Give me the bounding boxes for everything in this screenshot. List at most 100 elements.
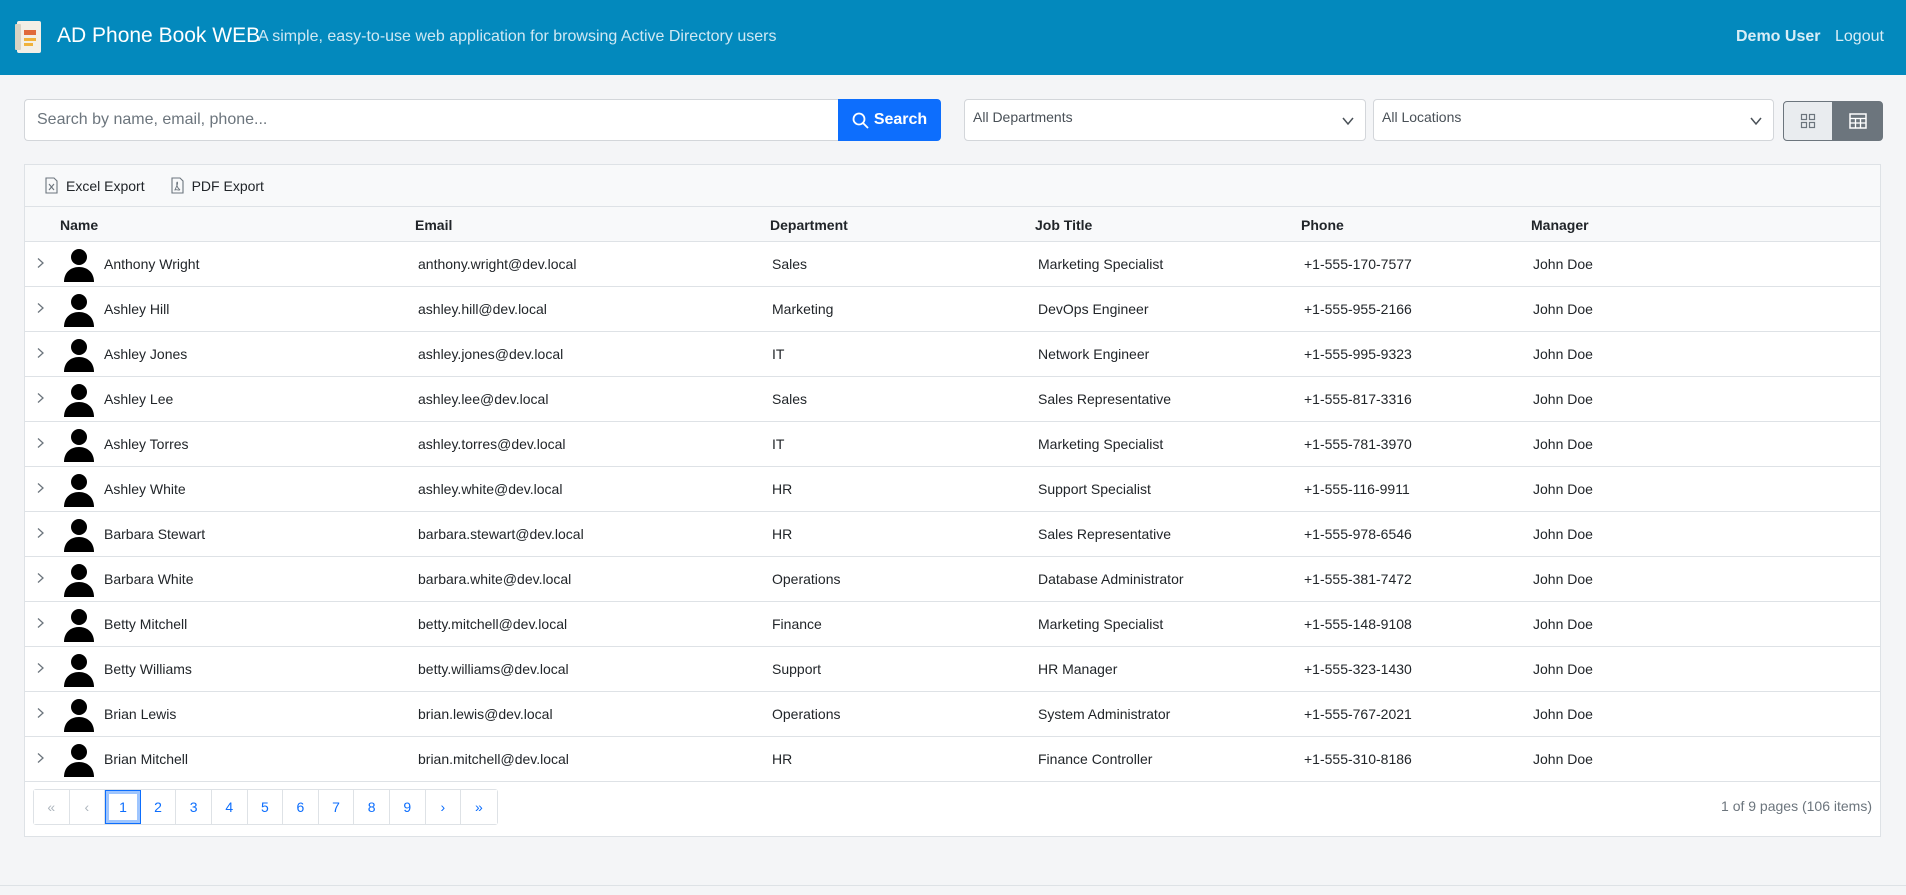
search-input[interactable]: [24, 99, 839, 141]
table-row[interactable]: Ashley White ashley.white@dev.local HR Supp…: [25, 467, 1880, 512]
cell-name: Betty Williams: [104, 661, 192, 677]
cell-department: HR: [772, 481, 793, 497]
view-toggle: [1783, 101, 1883, 141]
cell-department: Finance: [772, 616, 822, 632]
chevron-right-icon[interactable]: [34, 347, 46, 359]
table-row[interactable]: Ashley Torres ashley.torres@dev.local IT Ma…: [25, 422, 1880, 467]
person-icon: [64, 474, 94, 507]
page-button[interactable]: 1: [105, 790, 141, 824]
page-button[interactable]: 4: [211, 790, 248, 824]
cell-manager: John Doe: [1533, 616, 1593, 632]
app-title: AD Phone Book WEB: [57, 24, 261, 47]
chevron-right-icon[interactable]: [34, 392, 46, 404]
cell-phone: +1-555-955-2166: [1304, 301, 1412, 317]
table-row[interactable]: Brian Mitchell brian.mitchell@dev.local HR…: [25, 737, 1880, 782]
page-button[interactable]: 8: [354, 790, 390, 824]
cell-phone: +1-555-767-2021: [1304, 706, 1412, 722]
cell-phone: +1-555-817-3316: [1304, 391, 1412, 407]
app-subtitle: A simple, easy-to-use web application fo…: [258, 28, 777, 45]
table-row[interactable]: Brian Lewis brian.lewis@dev.local Operatio…: [25, 692, 1880, 737]
cell-email: brian.lewis@dev.local: [418, 706, 553, 722]
pdf-export-button[interactable]: PDF Export: [171, 177, 264, 194]
cell-job-title: DevOps Engineer: [1038, 301, 1149, 317]
cell-manager: John Doe: [1533, 706, 1593, 722]
cell-phone: +1-555-381-7472: [1304, 571, 1412, 587]
chevron-right-icon[interactable]: [34, 302, 46, 314]
chevron-right-icon[interactable]: [34, 617, 46, 629]
cell-manager: John Doe: [1533, 751, 1593, 767]
cell-job-title: Sales Representative: [1038, 391, 1172, 407]
page-button[interactable]: 2: [140, 790, 177, 824]
prev-page-button[interactable]: ‹: [69, 790, 106, 824]
cell-manager: John Doe: [1533, 436, 1593, 452]
column-header-email[interactable]: Email: [415, 217, 452, 233]
chevron-right-icon[interactable]: [34, 662, 46, 674]
column-header-manager[interactable]: Manager: [1531, 217, 1589, 233]
cell-name: Ashley Hill: [104, 301, 170, 317]
person-icon: [64, 384, 94, 417]
table-row[interactable]: Betty Mitchell betty.mitchell@dev.local Fi…: [25, 602, 1880, 647]
chevron-right-icon[interactable]: [34, 437, 46, 449]
table-view-icon: [1849, 113, 1867, 129]
pdf-file-icon: [171, 177, 184, 194]
excel-file-icon: [45, 177, 58, 194]
table-row[interactable]: Ashley Lee ashley.lee@dev.local Sales Sales…: [25, 377, 1880, 422]
excel-export-button[interactable]: Excel Export: [45, 177, 145, 194]
chevron-right-icon[interactable]: [34, 707, 46, 719]
cell-phone: +1-555-170-7577: [1304, 256, 1412, 272]
person-icon: [64, 429, 94, 462]
last-page-button[interactable]: »: [461, 790, 497, 824]
column-header-phone[interactable]: Phone: [1301, 217, 1344, 233]
current-user[interactable]: Demo User: [1736, 28, 1820, 46]
page-button[interactable]: 9: [389, 790, 426, 824]
pdf-export-label: PDF Export: [191, 177, 264, 194]
column-header-name[interactable]: Name: [60, 217, 98, 233]
cell-email: betty.williams@dev.local: [418, 661, 569, 677]
chevron-right-icon[interactable]: [34, 572, 46, 584]
cell-email: ashley.jones@dev.local: [418, 346, 564, 362]
table-row[interactable]: Ashley Jones ashley.jones@dev.local IT Netw…: [25, 332, 1880, 377]
chevron-right-icon[interactable]: [34, 257, 46, 269]
person-icon: [64, 519, 94, 552]
table-row[interactable]: Barbara Stewart barbara.stewart@dev.local…: [25, 512, 1880, 557]
chevron-right-icon[interactable]: [34, 527, 46, 539]
cell-department: Marketing: [772, 301, 834, 317]
page-button[interactable]: 7: [318, 790, 355, 824]
cell-name: Ashley Lee: [104, 391, 174, 407]
next-page-button[interactable]: ›: [425, 790, 462, 824]
cell-phone: +1-555-116-9911: [1304, 481, 1410, 497]
table-view-button[interactable]: [1833, 101, 1883, 141]
page-button[interactable]: 5: [247, 790, 284, 824]
page-button[interactable]: 3: [176, 790, 212, 824]
grid-view-button[interactable]: [1783, 101, 1833, 141]
person-icon: [64, 744, 94, 777]
cell-department: Support: [772, 661, 822, 677]
page-button[interactable]: 6: [283, 790, 319, 824]
cell-email: ashley.hill@dev.local: [418, 301, 547, 317]
pager-info: 1 of 9 pages (106 items): [1721, 798, 1872, 814]
logout-link[interactable]: Logout: [1835, 28, 1884, 46]
cell-department: HR: [772, 526, 793, 542]
cell-job-title: System Administrator: [1038, 706, 1171, 722]
location-select-value: All Locations: [1382, 109, 1462, 125]
table-row[interactable]: Anthony Wright anthony.wright@dev.local Sa…: [25, 242, 1880, 287]
first-page-button[interactable]: «: [34, 790, 70, 824]
cell-phone: +1-555-995-9323: [1304, 346, 1412, 362]
table-row[interactable]: Barbara White barbara.white@dev.local Oper…: [25, 557, 1880, 602]
cell-email: anthony.wright@dev.local: [418, 256, 577, 272]
cell-name: Ashley White: [104, 481, 186, 497]
search-button-label: Search: [873, 111, 928, 128]
department-select[interactable]: All Departments: [964, 99, 1366, 141]
cell-name: Anthony Wright: [104, 256, 200, 272]
chevron-right-icon[interactable]: [34, 752, 46, 764]
table-row[interactable]: Ashley Hill ashley.hill@dev.local Marketin…: [25, 287, 1880, 332]
cell-department: Sales: [772, 391, 808, 407]
location-select[interactable]: All Locations: [1373, 99, 1774, 141]
grid-view-icon: [1800, 113, 1816, 129]
table-row[interactable]: Betty Williams betty.williams@dev.local Su…: [25, 647, 1880, 692]
column-header-job-title[interactable]: Job Title: [1035, 217, 1092, 233]
search-button[interactable]: Search: [838, 99, 941, 141]
column-header-department[interactable]: Department: [770, 217, 848, 233]
chevron-right-icon[interactable]: [34, 482, 46, 494]
person-icon: [64, 699, 94, 732]
